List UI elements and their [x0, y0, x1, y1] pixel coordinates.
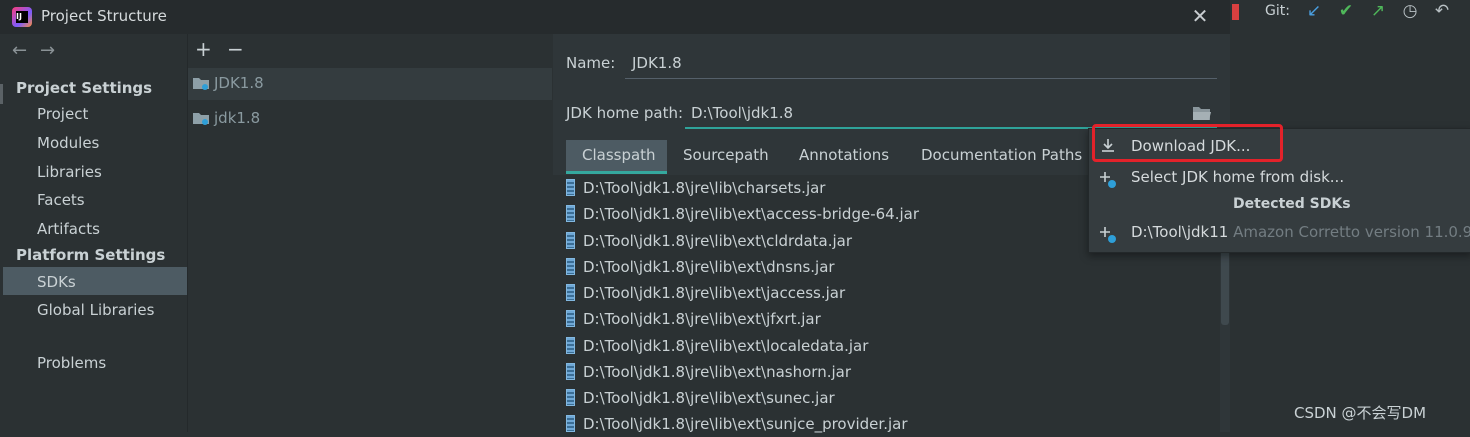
jdk-home-label: JDK home path:: [566, 104, 684, 122]
list-item[interactable]: D:\Tool\jdk1.8\jre\lib\ext\access-bridge…: [566, 201, 919, 227]
active-tab-indicator: [566, 171, 667, 174]
git-label: Git:: [1265, 3, 1290, 19]
highlight-annotation-box: [1092, 124, 1283, 162]
jar-icon: [566, 310, 575, 327]
list-item[interactable]: D:\Tool\jdk1.8\jre\lib\ext\nashorn.jar: [566, 359, 851, 385]
history-clock-icon[interactable]: ◷: [1400, 1, 1420, 21]
tab-annotations[interactable]: Annotations: [799, 146, 889, 164]
jdk-folder-icon: [193, 113, 209, 125]
stop-indicator-icon[interactable]: [1232, 4, 1239, 20]
nav-item-problems[interactable]: Problems: [37, 354, 106, 372]
nav-item-project[interactable]: Project: [37, 105, 88, 123]
add-jdk-icon: [1100, 172, 1116, 188]
jar-icon: [566, 337, 575, 354]
forward-arrow-icon[interactable]: →: [40, 40, 68, 61]
detected-sdks-heading: Detected SDKs: [1233, 196, 1351, 212]
commit-check-icon[interactable]: ✔: [1336, 1, 1356, 21]
jdk-home-field[interactable]: D:\Tool\jdk1.8: [691, 104, 793, 122]
select-jdk-from-disk-item[interactable]: Select JDK home from disk...: [1131, 168, 1344, 186]
nav-item-facets[interactable]: Facets: [37, 191, 85, 209]
list-item[interactable]: D:\Tool\jdk1.8\jre\lib\ext\jaccess.jar: [566, 280, 845, 306]
list-item[interactable]: D:\Tool\jdk1.8\jre\lib\ext\cldrdata.jar: [566, 228, 852, 254]
browse-folder-icon[interactable]: [1192, 104, 1212, 122]
nav-heading-project-settings: Project Settings: [16, 79, 153, 97]
intellij-logo-icon: IJ: [12, 7, 32, 27]
list-item[interactable]: D:\Tool\jdk1.8\jre\lib\ext\jfxrt.jar: [566, 306, 821, 332]
nav-item-sdks[interactable]: SDKs: [37, 273, 76, 291]
nav-heading-platform-settings: Platform Settings: [16, 246, 166, 264]
close-icon[interactable]: ✕: [1188, 4, 1212, 28]
nav-history: ← →: [12, 40, 68, 61]
title-bar: [0, 0, 1230, 34]
sdk-item-jdk18-lower[interactable]: jdk1.8: [214, 109, 260, 127]
jar-icon: [566, 179, 575, 196]
jar-icon: [566, 205, 575, 222]
nav-selection-highlight: [3, 267, 187, 295]
back-arrow-icon[interactable]: ←: [12, 40, 40, 61]
jar-icon: [566, 389, 575, 406]
add-jdk-icon: [1100, 227, 1116, 243]
jar-icon: [566, 232, 575, 249]
list-item[interactable]: D:\Tool\jdk1.8\jre\lib\ext\localedata.ja…: [566, 333, 868, 359]
tab-classpath[interactable]: Classpath: [582, 146, 656, 164]
tab-documentation-paths[interactable]: Documentation Paths: [921, 146, 1082, 164]
add-sdk-button[interactable]: +: [195, 37, 227, 61]
update-project-icon[interactable]: ↙: [1304, 1, 1324, 21]
sdk-item-jdk18-upper[interactable]: JDK1.8: [214, 74, 264, 92]
name-field-underline: [625, 78, 1217, 79]
detected-jdk11-item[interactable]: D:\Tool\jdk11 Amazon Corretto version 11…: [1131, 223, 1470, 241]
collapsed-panel-tab[interactable]: [0, 84, 3, 104]
nav-item-global-libraries[interactable]: Global Libraries: [37, 301, 154, 319]
list-item[interactable]: D:\Tool\jdk1.8\jre\lib\ext\sunec.jar: [566, 385, 835, 411]
nav-item-artifacts[interactable]: Artifacts: [37, 220, 100, 238]
nav-item-libraries[interactable]: Libraries: [37, 163, 102, 181]
name-label: Name:: [566, 54, 616, 72]
remove-sdk-button[interactable]: −: [227, 37, 259, 61]
watermark: CSDN @不会写DM: [1294, 404, 1427, 422]
list-item[interactable]: D:\Tool\jdk1.8\jre\lib\ext\dnsns.jar: [566, 254, 835, 280]
jar-icon: [566, 284, 575, 301]
list-item[interactable]: D:\Tool\jdk1.8\jre\lib\ext\sunjce_provid…: [566, 411, 908, 437]
jar-icon: [566, 363, 575, 380]
name-field[interactable]: JDK1.8: [632, 54, 682, 72]
nav-item-modules[interactable]: Modules: [37, 134, 99, 152]
jar-icon: [566, 258, 575, 275]
detected-jdk-description: Amazon Corretto version 11.0.9: [1233, 223, 1470, 241]
jar-icon: [566, 415, 575, 432]
list-item[interactable]: D:\Tool\jdk1.8\jre\lib\charsets.jar: [566, 175, 825, 201]
window-title: Project Structure: [41, 7, 167, 25]
jdk-folder-icon: [193, 78, 209, 90]
sdk-list-toolbar: + −: [195, 37, 259, 61]
tab-sourcepath[interactable]: Sourcepath: [683, 146, 769, 164]
push-arrow-icon[interactable]: ↗: [1368, 1, 1388, 21]
rollback-icon[interactable]: ↶: [1432, 1, 1452, 21]
